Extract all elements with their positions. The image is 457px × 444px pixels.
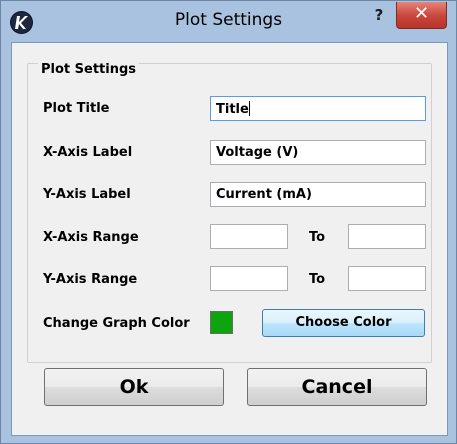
y-axis-range-from-input[interactable] [210, 266, 288, 291]
y-axis-range-to-input[interactable] [348, 266, 426, 291]
help-button[interactable]: ? [367, 6, 391, 26]
group-title: Plot Settings [38, 62, 140, 77]
plot-title-input[interactable]: Title [210, 96, 426, 121]
plot-title-label: Plot Title [43, 101, 110, 116]
plot-settings-dialog: Plot Settings ? ✕ Plot Settings Plot Tit… [0, 0, 457, 444]
ok-button[interactable]: Ok [44, 368, 224, 406]
x-axis-range-label: X-Axis Range [43, 230, 139, 245]
close-button[interactable]: ✕ [396, 2, 447, 29]
y-axis-label-input[interactable]: Current (mA) [210, 182, 426, 207]
x-axis-range-to-label: To [309, 230, 326, 245]
graph-color-label: Change Graph Color [43, 316, 190, 331]
dialog-body: Plot Settings Plot Title Title X-Axis La… [11, 42, 448, 436]
cancel-button[interactable]: Cancel [247, 368, 427, 406]
x-axis-range-to-input[interactable] [348, 224, 426, 249]
text-caret [248, 101, 250, 116]
y-axis-range-to-label: To [309, 272, 326, 287]
graph-color-swatch [210, 311, 233, 334]
x-axis-range-from-input[interactable] [210, 224, 288, 249]
y-axis-label-label: Y-Axis Label [43, 187, 131, 202]
title-bar[interactable]: Plot Settings ? ✕ [1, 1, 456, 41]
choose-color-button[interactable]: Choose Color [262, 309, 425, 337]
x-axis-label-input[interactable]: Voltage (V) [210, 140, 426, 165]
y-axis-range-label: Y-Axis Range [43, 272, 138, 287]
x-axis-label-label: X-Axis Label [43, 145, 133, 160]
plot-title-value: Title [216, 102, 249, 117]
close-icon: ✕ [413, 3, 430, 24]
